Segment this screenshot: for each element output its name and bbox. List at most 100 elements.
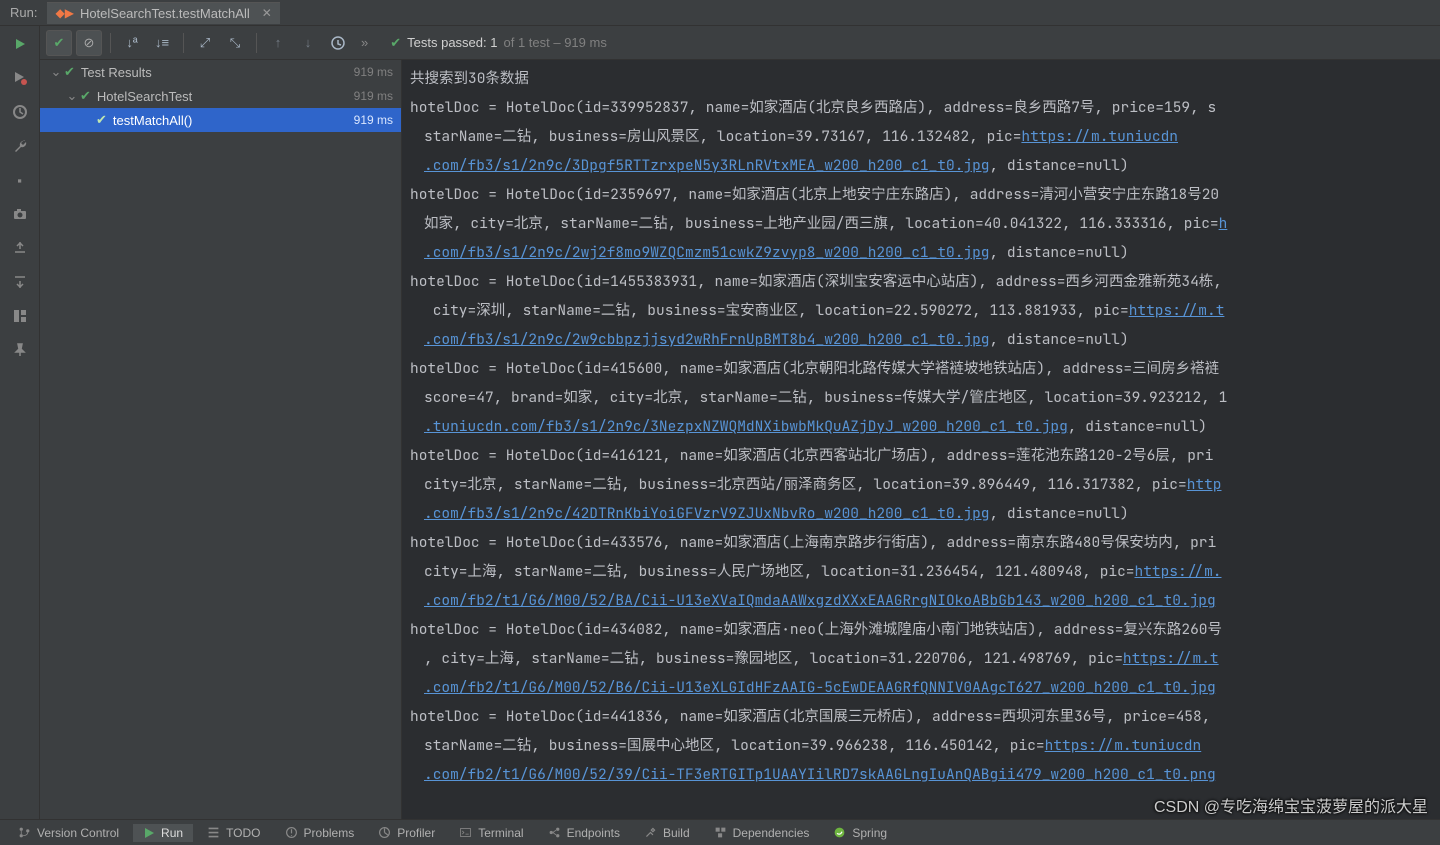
wrench-icon[interactable] bbox=[10, 136, 30, 156]
layout-icon[interactable] bbox=[10, 306, 30, 326]
console-link[interactable]: .com/fb3/s1/2n9c/3Dpgf5RTTzrxpeN5y3RLnRV… bbox=[424, 156, 990, 175]
toolwindow-build[interactable]: Build bbox=[634, 824, 700, 842]
toolwindow-label: Spring bbox=[852, 826, 887, 840]
run-header: Run: ◆▶ HotelSearchTest.testMatchAll ✕ bbox=[0, 0, 1440, 26]
expand-all-button[interactable]: ⤢ bbox=[192, 30, 218, 56]
toolwindow-label: Version Control bbox=[37, 826, 119, 840]
console-line: .com/fb3/s1/2n9c/3Dpgf5RTTzrxpeN5y3RLnRV… bbox=[410, 151, 1440, 180]
console-line: score=47, brand=如家, city=北京, starName=二钻… bbox=[410, 383, 1440, 412]
console-link[interactable]: .com/fb3/s1/2n9c/42DTRnKbiYoiGFVzrV9ZJUx… bbox=[424, 504, 990, 523]
console-line: .com/fb3/s1/2n9c/2w9cbbpzjjsyd2wRhFrnUpB… bbox=[410, 325, 1440, 354]
console-line: starName=二钻, business=国展中心地区, location=3… bbox=[410, 731, 1440, 760]
console-link[interactable]: .com/fb2/t1/G6/M00/52/39/Cii-TF3eRTGITp1… bbox=[424, 765, 1216, 784]
export-icon[interactable] bbox=[10, 238, 30, 258]
console-link[interactable]: https://m.t bbox=[1123, 649, 1219, 668]
show-passed-button[interactable]: ✔ bbox=[46, 30, 72, 56]
console-line: hotelDoc = HotelDoc(id=415600, name=如家酒店… bbox=[410, 354, 1440, 383]
tree-root[interactable]: ⌄ ✔ Test Results 919 ms bbox=[40, 60, 401, 84]
close-icon[interactable]: ✕ bbox=[262, 6, 272, 20]
stop-icon[interactable]: ▪ bbox=[10, 170, 30, 190]
next-failed-button[interactable]: ↓ bbox=[295, 30, 321, 56]
tree-label: testMatchAll() bbox=[113, 113, 354, 128]
console-link[interactable]: .com/fb3/s1/2n9c/2wj2f8mo9WZQCmzm51cwkZ9… bbox=[424, 243, 990, 262]
console-link[interactable]: h bbox=[1219, 214, 1228, 233]
todo-icon bbox=[207, 826, 220, 839]
test-tree: ⌄ ✔ Test Results 919 ms ⌄ ✔ HotelSearchT… bbox=[40, 60, 402, 819]
toolwindow-dependencies[interactable]: Dependencies bbox=[704, 824, 820, 842]
left-gutter: ▪ bbox=[0, 26, 40, 819]
toggle-auto-icon[interactable] bbox=[10, 102, 30, 122]
console-link[interactable]: .tuniucdn.com/fb3/s1/2n9c/3NezpxNZWQMdNX… bbox=[424, 417, 1068, 436]
console-link[interactable]: .com/fb3/s1/2n9c/2w9cbbpzjjsyd2wRhFrnUpB… bbox=[424, 330, 990, 349]
toolwindow-spring[interactable]: Spring bbox=[823, 824, 897, 842]
toolwindow-problems[interactable]: Problems bbox=[275, 824, 365, 842]
status-suffix: of 1 test – 919 ms bbox=[504, 35, 607, 50]
run-config-tab[interactable]: ◆▶ HotelSearchTest.testMatchAll ✕ bbox=[47, 2, 279, 24]
rerun-icon[interactable] bbox=[10, 34, 30, 54]
deps-icon bbox=[714, 826, 727, 839]
passed-count: 1 bbox=[490, 35, 497, 50]
spring-icon bbox=[833, 826, 846, 839]
console-line: city=深圳, starName=二钻, business=宝安商业区, lo… bbox=[410, 296, 1440, 325]
import-icon[interactable] bbox=[10, 272, 30, 292]
console-line: hotelDoc = HotelDoc(id=1455383931, name=… bbox=[410, 267, 1440, 296]
console-link[interactable]: https://m.tuniucdn bbox=[1021, 127, 1178, 146]
tab-title: HotelSearchTest.testMatchAll bbox=[80, 6, 250, 21]
separator bbox=[256, 33, 257, 53]
pin-icon[interactable] bbox=[10, 340, 30, 360]
console-line: hotelDoc = HotelDoc(id=2359697, name=如家酒… bbox=[410, 180, 1440, 209]
camera-icon[interactable] bbox=[10, 204, 30, 224]
console-line: city=上海, starName=二钻, business=人民广场地区, l… bbox=[410, 557, 1440, 586]
toolwindow-version-control[interactable]: Version Control bbox=[8, 824, 129, 842]
build-icon bbox=[644, 826, 657, 839]
console-line: 如家, city=北京, starName=二钻, business=上地产业园… bbox=[410, 209, 1440, 238]
chevron-down-icon[interactable]: ⌄ bbox=[48, 64, 64, 80]
console-link[interactable]: .com/fb2/t1/G6/M00/52/BA/Cii-U13eXVaIQmd… bbox=[424, 591, 1216, 610]
check-icon: ✔ bbox=[80, 88, 91, 104]
branch-icon bbox=[18, 826, 31, 839]
tree-time: 919 ms bbox=[354, 113, 393, 127]
endpoints-icon bbox=[548, 826, 561, 839]
terminal-icon bbox=[459, 826, 472, 839]
prev-failed-button[interactable]: ↑ bbox=[265, 30, 291, 56]
tree-class[interactable]: ⌄ ✔ HotelSearchTest 919 ms bbox=[40, 84, 401, 108]
console-link[interactable]: https://m.tuniucdn bbox=[1045, 736, 1202, 755]
separator bbox=[183, 33, 184, 53]
console-link[interactable]: .com/fb2/t1/G6/M00/52/B6/Cii-U13eXLGIdHF… bbox=[424, 678, 1216, 697]
console-line: 共搜索到30条数据 bbox=[410, 64, 1440, 93]
console-link[interactable]: https://m. bbox=[1135, 562, 1222, 581]
run-icon bbox=[143, 827, 155, 839]
console-line: .com/fb2/t1/G6/M00/52/39/Cii-TF3eRTGITp1… bbox=[410, 760, 1440, 789]
toolwindow-label: Build bbox=[663, 826, 690, 840]
console-link[interactable]: http bbox=[1187, 475, 1222, 494]
console-line: .com/fb2/t1/G6/M00/52/BA/Cii-U13eXVaIQmd… bbox=[410, 586, 1440, 615]
tree-time: 919 ms bbox=[354, 89, 393, 103]
console-link[interactable]: https://m.t bbox=[1129, 301, 1225, 320]
test-toolbar: ✔ ⊘ ↓ª ↓≡ ⤢ ⤡ ↑ ↓ » ✔ Tests passed: 1 of… bbox=[40, 26, 1440, 60]
toolwindow-terminal[interactable]: Terminal bbox=[449, 824, 533, 842]
toolwindow-profiler[interactable]: Profiler bbox=[368, 824, 445, 842]
toolwindow-endpoints[interactable]: Endpoints bbox=[538, 824, 630, 842]
chevron-down-icon[interactable]: ⌄ bbox=[64, 88, 80, 104]
sort-alphabetically-button[interactable]: ↓ª bbox=[119, 30, 145, 56]
toolwindow-todo[interactable]: TODO bbox=[197, 824, 270, 842]
console-line: .com/fb3/s1/2n9c/42DTRnKbiYoiGFVzrV9ZJUx… bbox=[410, 499, 1440, 528]
sort-duration-button[interactable]: ↓≡ bbox=[149, 30, 175, 56]
collapse-all-button[interactable]: ⤡ bbox=[222, 30, 248, 56]
test-history-button[interactable] bbox=[325, 30, 351, 56]
tree-method[interactable]: ✔ testMatchAll() 919 ms bbox=[40, 108, 401, 132]
console-line: .com/fb2/t1/G6/M00/52/B6/Cii-U13eXLGIdHF… bbox=[410, 673, 1440, 702]
rerun-failed-icon[interactable] bbox=[10, 68, 30, 88]
toolwindow-run[interactable]: Run bbox=[133, 824, 193, 842]
toolwindow-label: Terminal bbox=[478, 826, 523, 840]
console-line: .tuniucdn.com/fb3/s1/2n9c/3NezpxNZWQMdNX… bbox=[410, 412, 1440, 441]
profiler-icon bbox=[378, 826, 391, 839]
console-line: hotelDoc = HotelDoc(id=441836, name=如家酒店… bbox=[410, 702, 1440, 731]
show-ignored-button[interactable]: ⊘ bbox=[76, 30, 102, 56]
more-icon[interactable]: » bbox=[361, 35, 368, 50]
bottom-tool-bar: Version Control Run TODO ProblemsProfiler Te… bbox=[0, 819, 1440, 845]
console-line: hotelDoc = HotelDoc(id=416121, name=如家酒店… bbox=[410, 441, 1440, 470]
console-output[interactable]: 共搜索到30条数据hotelDoc = HotelDoc(id=33995283… bbox=[402, 60, 1440, 819]
toolwindow-label: Run bbox=[161, 826, 183, 840]
check-icon: ✔ bbox=[390, 35, 401, 51]
